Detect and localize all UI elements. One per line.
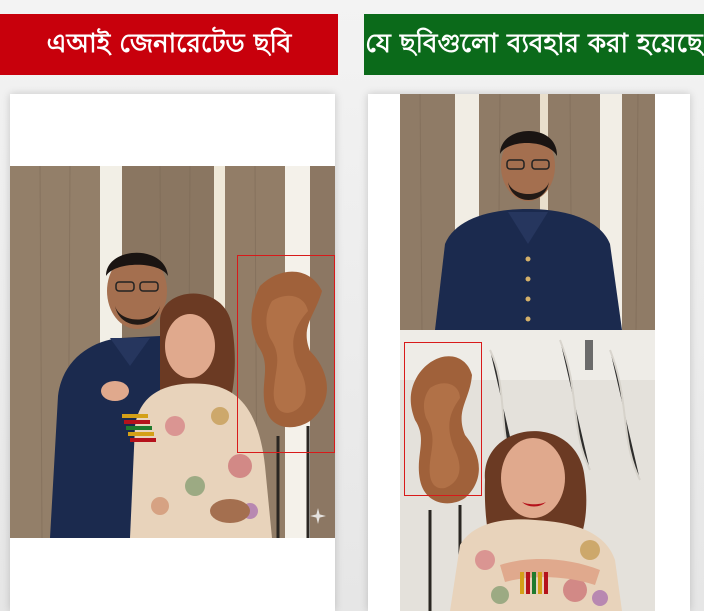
sparkle-icon [310, 508, 326, 524]
ai-generated-title-text: এআই জেনারেটেড ছবি [46, 28, 292, 59]
ai-generated-card [10, 94, 335, 611]
ai-generated-couple-photo [10, 166, 335, 538]
comparison-graphic: এআই জেনারেটেড ছবি যে ছবিগুলো ব্যবহার করা… [0, 0, 704, 611]
source-images-title-text: যে ছবিগুলো ব্যবহার করা হয়েছে [365, 28, 703, 59]
source-photo-man [400, 94, 655, 330]
sculpture-highlight-box [404, 342, 482, 496]
source-photo-woman [400, 330, 655, 611]
source-images-card [368, 94, 690, 611]
ai-generated-title: এআই জেনারেটেড ছবি [0, 14, 338, 75]
sculpture-highlight-box [237, 255, 335, 453]
source-images-title: যে ছবিগুলো ব্যবহার করা হয়েছে [364, 14, 704, 75]
